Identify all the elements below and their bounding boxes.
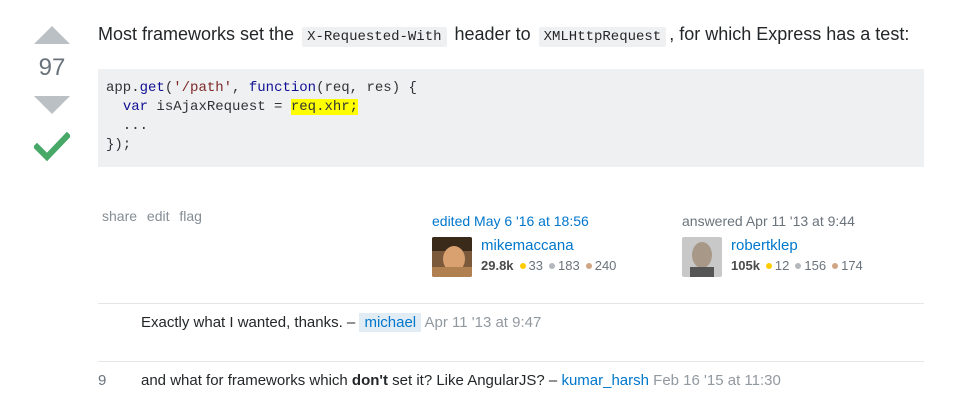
highlighted-code: req.xhr;	[290, 99, 359, 115]
inline-code: XMLHttpRequest	[538, 27, 667, 47]
vote-count: 97	[38, 54, 66, 81]
answer-text-part: , for which Express has a test:	[669, 24, 910, 44]
answered-time: answered Apr 11 '13 at 9:44	[682, 213, 855, 229]
bronze-badge-count: 174	[841, 258, 863, 273]
code-token: });	[106, 137, 132, 153]
silver-badge-count: 156	[804, 258, 827, 273]
silver-badge-icon	[549, 263, 556, 270]
comment-score: 9	[98, 372, 107, 389]
comment: 9 and what for frameworks which don't se…	[98, 361, 924, 406]
code-token: ...	[106, 118, 149, 134]
code-token: function	[248, 80, 317, 96]
code-token: var	[122, 99, 149, 115]
code-token: ,	[232, 80, 249, 96]
editor-signature: edited May 6 '16 at 18:56 mikemaccana 29…	[432, 213, 616, 277]
comment-body: Exactly what I wanted, thanks. – michael…	[141, 313, 541, 332]
comment-user[interactable]: kumar_harsh	[561, 372, 649, 389]
author-user-card: robertklep 105k 12 156 174	[682, 237, 863, 277]
bronze-badge-icon	[585, 263, 592, 270]
bronze-badge-count: 240	[594, 258, 617, 273]
flag-link[interactable]: flag	[179, 208, 202, 224]
avatar[interactable]	[682, 237, 722, 277]
comment-text: Exactly what I wanted, thanks. –	[141, 314, 356, 331]
comment-date[interactable]: Feb 16 '15 at 11:30	[653, 372, 781, 389]
code-token: '/path'	[173, 80, 233, 96]
accepted-checkmark-icon	[32, 131, 72, 162]
downvote-arrow-icon[interactable]	[34, 96, 70, 114]
editor-username[interactable]: mikemaccana	[481, 237, 616, 255]
code-token: (req, res) {	[316, 80, 417, 96]
reputation-score: 29.8k	[481, 258, 514, 273]
silver-badge-count: 183	[558, 258, 580, 273]
code-token: (	[164, 80, 174, 96]
comment-body: and what for frameworks which don't set …	[141, 372, 781, 389]
answer-text-part: header to	[454, 24, 531, 44]
comment-text: set it? Like AngularJS? –	[392, 372, 558, 389]
silver-badge-icon	[795, 263, 802, 270]
gold-badge-count: 12	[774, 258, 790, 273]
bronze-badge-icon	[832, 263, 839, 270]
code-token: app.	[106, 80, 140, 96]
upvote-arrow-icon[interactable]	[34, 26, 70, 44]
reputation: 105k 12 156 174	[731, 258, 863, 273]
inline-code: X-Requested-With	[302, 27, 447, 47]
author-username[interactable]: robertklep	[731, 237, 863, 255]
vote-cell: 97	[28, 26, 76, 167]
code-token: get	[139, 80, 165, 96]
comment-user[interactable]: michael	[359, 313, 422, 332]
post-menu: share edit flag	[102, 208, 208, 224]
code-block: app.get('/path', function(req, res) { va…	[98, 69, 924, 167]
author-signature: answered Apr 11 '13 at 9:44 robertklep 1…	[682, 213, 863, 277]
code-token: isAjaxRequest =	[148, 99, 291, 115]
reputation: 29.8k 33 183 240	[481, 258, 616, 273]
answer-text-part: Most frameworks set the	[98, 24, 295, 44]
reputation-score: 105k	[731, 258, 760, 273]
gold-badge-count: 33	[528, 258, 544, 273]
comment: Exactly what I wanted, thanks. – michael…	[98, 303, 924, 360]
comment-date[interactable]: Apr 11 '13 at 9:47	[424, 314, 541, 331]
comment-bold-text: don't	[351, 372, 388, 389]
editor-user-card: mikemaccana 29.8k 33 183 240	[432, 237, 616, 277]
avatar[interactable]	[432, 237, 472, 277]
comment-text: and what for frameworks which	[141, 372, 348, 389]
gold-badge-icon	[765, 263, 772, 270]
answer-body: Most frameworks set the X-Requested-With…	[98, 22, 924, 167]
share-link[interactable]: share	[102, 208, 137, 224]
gold-badge-icon	[519, 263, 526, 270]
edited-link[interactable]: edited May 6 '16 at 18:56	[432, 213, 616, 229]
edit-link[interactable]: edit	[147, 208, 170, 224]
answer-text: Most frameworks set the X-Requested-With…	[98, 22, 924, 49]
